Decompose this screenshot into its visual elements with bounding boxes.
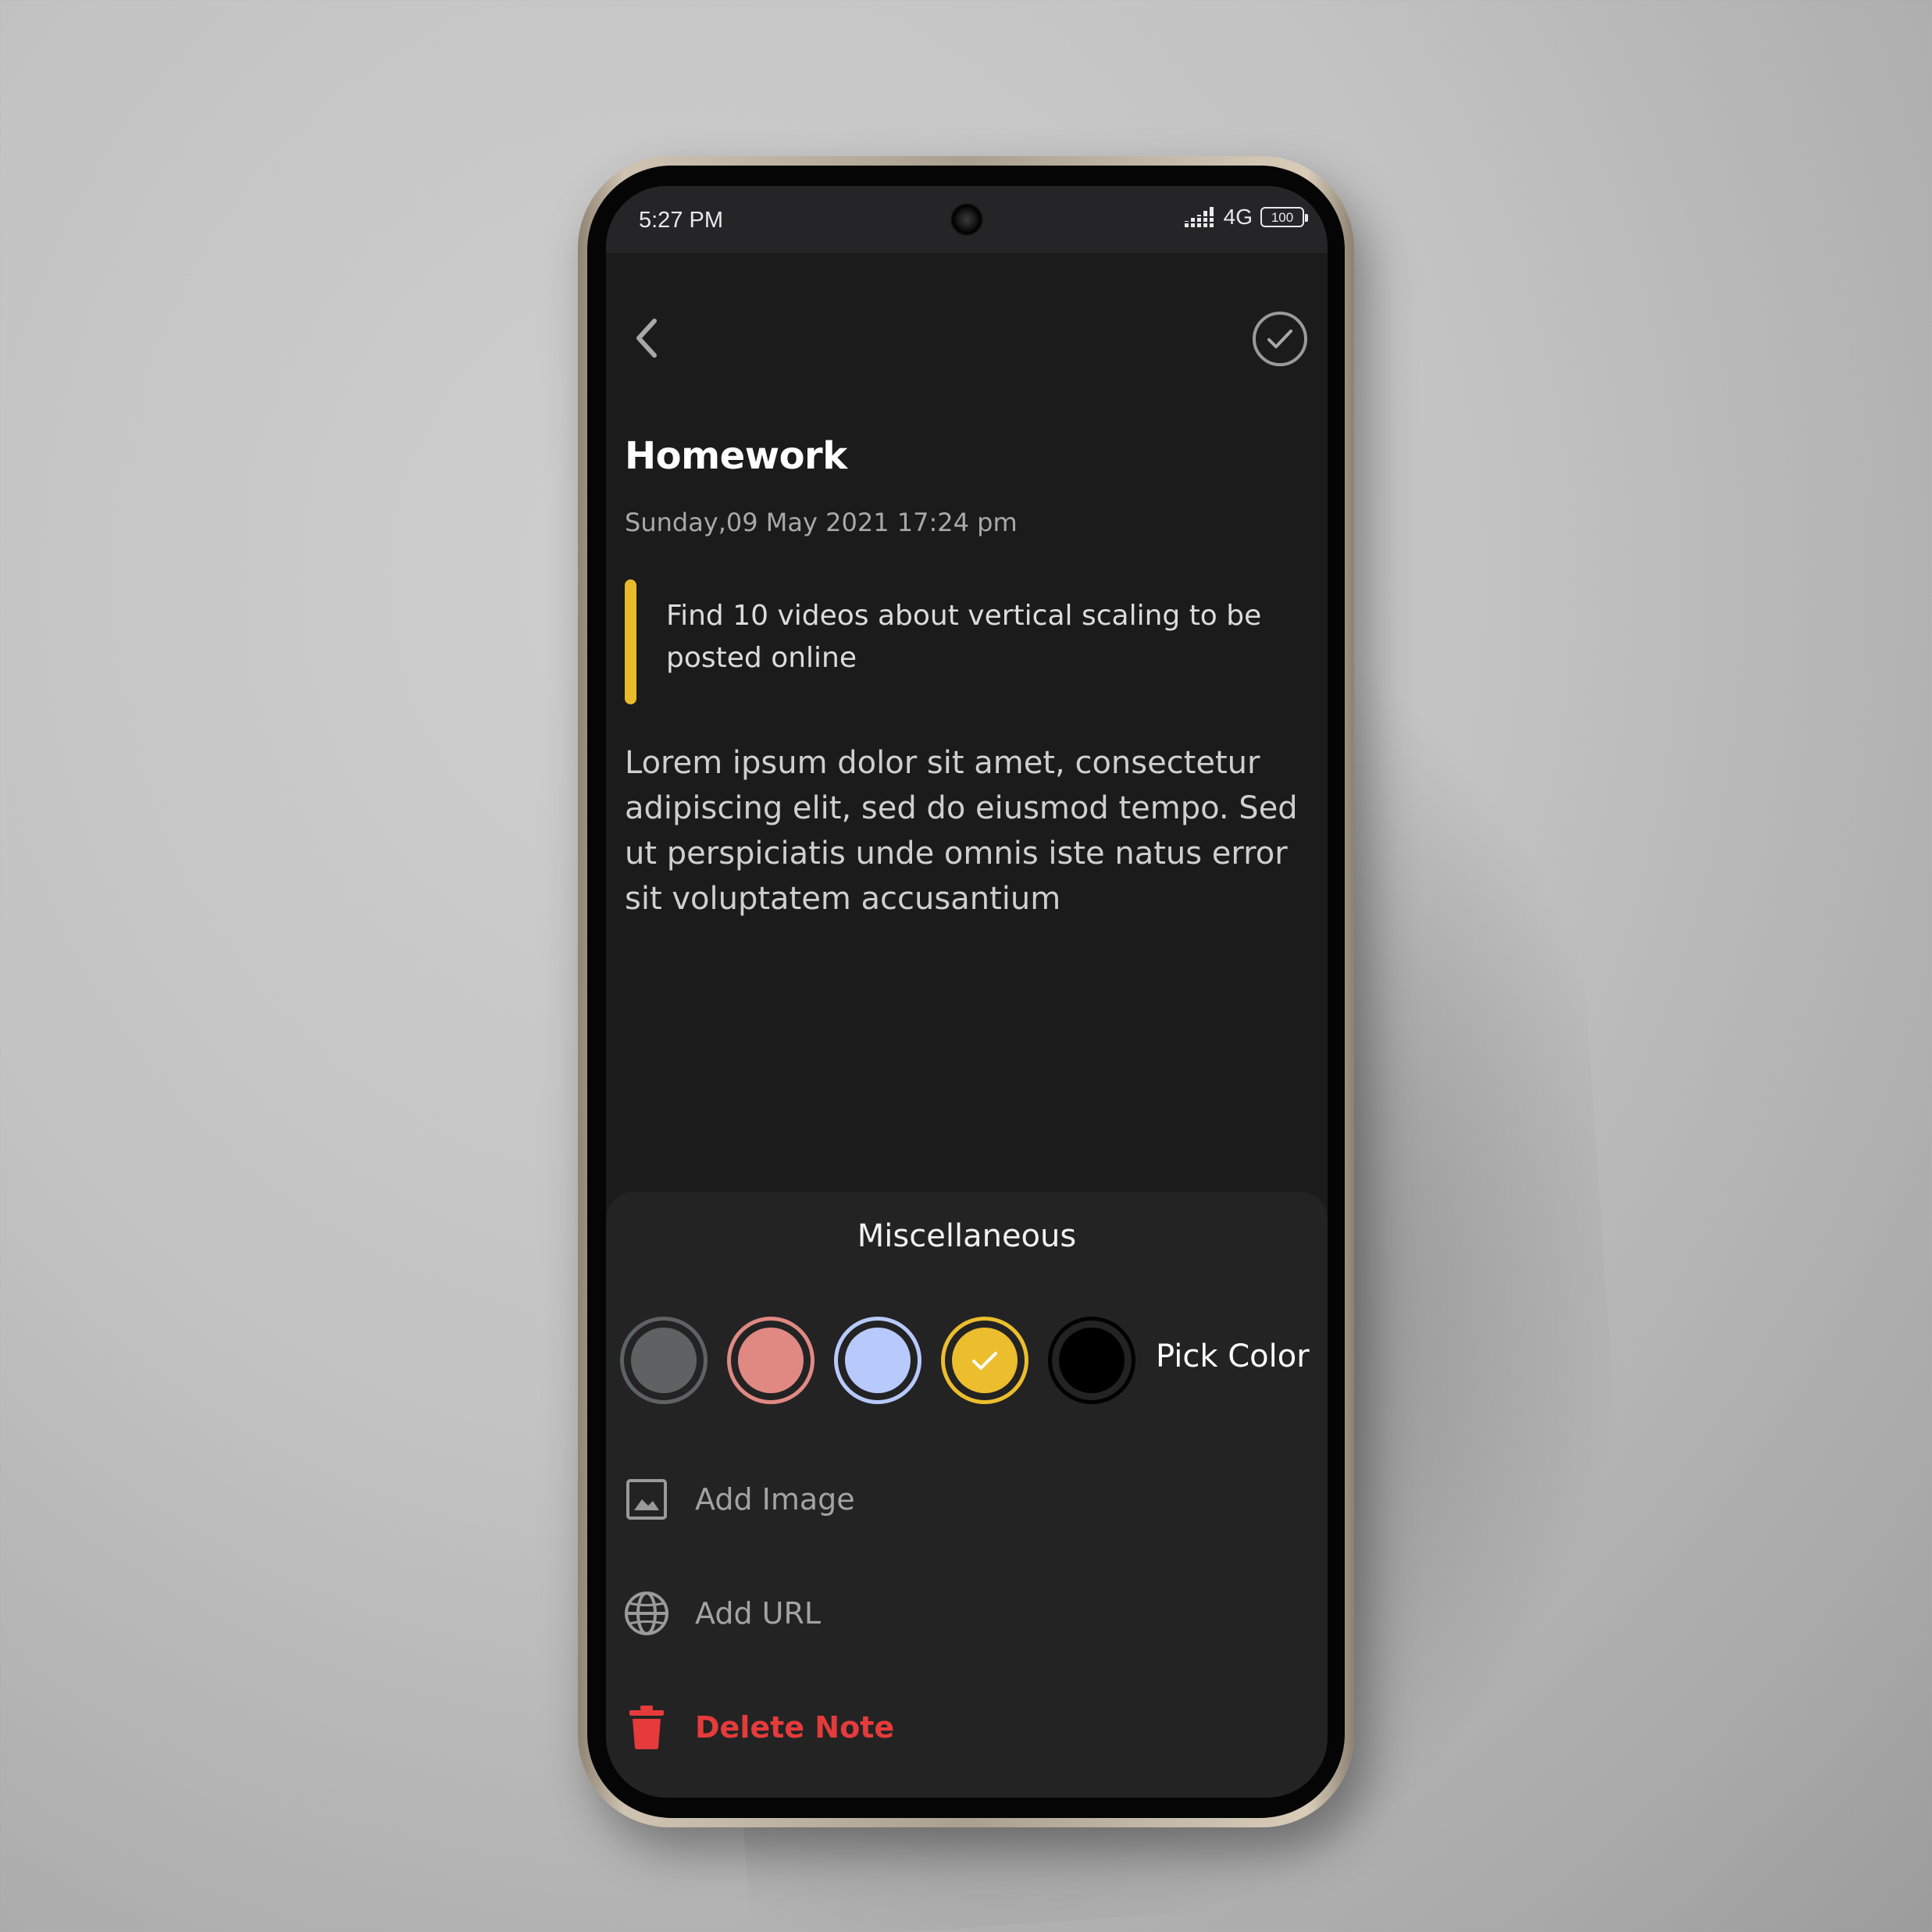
battery-level: 100 [1271,209,1294,225]
color-swatch-blue[interactable] [834,1317,921,1404]
add-image-button[interactable]: Add Image [622,1468,1293,1531]
check-icon [972,1352,997,1370]
add-url-label: Add URL [695,1596,822,1631]
delete-note-label: Delete Note [695,1710,895,1745]
add-image-label: Add Image [695,1482,855,1517]
miscellaneous-sheet: Miscellaneous Pick Color Add Image Add U… [606,1192,1328,1798]
status-bar: 5:27 PM 4G 100 [606,186,1328,253]
status-icons: 4G 100 [1184,205,1308,230]
back-button[interactable] [623,311,670,365]
note-date: Sunday,09 May 2021 17:24 pm [625,508,1018,537]
delete-note-button[interactable]: Delete Note [622,1696,1293,1759]
color-swatch-yellow[interactable] [941,1317,1028,1404]
color-swatch-fill [738,1328,804,1393]
add-url-button[interactable]: Add URL [622,1582,1293,1645]
network-type: 4G [1223,205,1253,229]
note-body[interactable]: Lorem ipsum dolor sit amet, consectetur … [625,740,1312,921]
color-swatch-fill [845,1328,911,1393]
trash-icon [622,1702,672,1752]
color-swatch-fill [952,1328,1018,1393]
image-icon [622,1474,672,1524]
subtitle-accent-bar [625,579,636,704]
miscellaneous-title[interactable]: Miscellaneous [606,1218,1328,1254]
front-camera [950,203,983,236]
phone-screen: 5:27 PM 4G 100 Homework Sunday,09 May 20… [606,186,1328,1798]
color-swatch-fill [1059,1328,1125,1393]
status-time: 5:27 PM [639,208,723,233]
chevron-left-icon [636,319,657,358]
note-subtitle[interactable]: Find 10 videos about vertical scaling to… [666,595,1306,679]
signal-icon [1184,207,1214,227]
color-swatch-fill [631,1328,697,1393]
color-swatch-red[interactable] [727,1317,815,1404]
done-button[interactable] [1253,312,1307,366]
color-swatch-black[interactable] [1048,1317,1135,1404]
note-title[interactable]: Homework [625,434,847,478]
battery-icon: 100 [1260,207,1308,227]
pick-color-button[interactable]: Pick Color [1156,1338,1310,1374]
color-swatch-gray[interactable] [620,1317,708,1404]
globe-icon [622,1588,672,1638]
check-icon [1267,330,1292,348]
